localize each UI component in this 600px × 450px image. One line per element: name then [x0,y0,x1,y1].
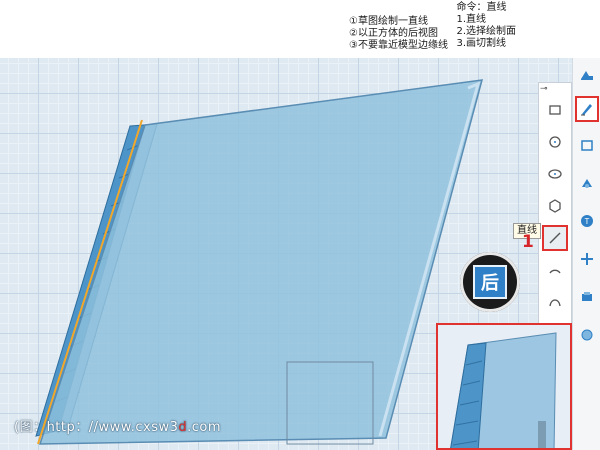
pin-icon[interactable]: ⊸ [540,84,548,94]
watermark-highlight: d [178,420,188,435]
cube-back-face[interactable] [38,79,484,445]
command-step-3: 3.画切割线 [456,38,506,49]
instruction-1: ①草图绘制一直线 [349,16,428,27]
bezier-curve-icon [549,299,561,307]
back-view-label: 后 [481,273,499,294]
three-d-edit-button[interactable] [575,132,599,158]
main-toolbar: T [572,58,600,450]
special-function-button[interactable] [575,170,599,196]
sketch-circle-button[interactable] [542,129,568,155]
rectangle-icon [549,105,561,115]
watermark-suffix: .com [187,420,222,435]
color-icon [581,329,593,341]
text-icon: T [581,215,593,227]
inset-model [450,332,557,448]
sketch-button[interactable] [575,96,599,122]
command-step-2: 2.选择绘制面 [456,26,516,37]
special-function-icon [582,179,592,188]
sketch-polygon-button[interactable] [542,193,568,219]
app-window: 命令：直线 1.直线 2.选择绘制面 3.画切割线 ①草图绘制一直线 ②以正方体… [0,0,600,450]
watermark-text: (图：http：//www.cxsw3 [14,420,179,435]
ellipse-icon [548,169,562,179]
primitive-shapes-icon [581,71,593,80]
command-step-1: 1.直线 [456,14,486,25]
circle-icon [549,136,561,148]
sketch-pen-icon [581,104,592,116]
text-button[interactable]: T [575,208,599,234]
command-panel: 命令：直线 1.直线 2.选择绘制面 3.画切割线 [456,2,516,50]
transform-icon [581,253,593,265]
instruction-panel: ①草图绘制一直线 ②以正方体的后视图 ③不要靠近模型边缘线 [349,16,448,52]
view-cube-back-button[interactable]: 后 [460,252,520,312]
assembly-icon [582,292,592,301]
inset-preview [436,323,572,450]
arc-icon [549,269,561,274]
polygon-icon [549,199,561,213]
three-d-edit-icon [581,140,593,151]
sketch-arc-button[interactable] [542,257,568,283]
primitive-shapes-button[interactable] [575,62,599,88]
watermark: (图：http：//www.cxsw3d.com [14,416,221,435]
sketch-rectangle-button[interactable] [542,97,568,123]
sketch-toolbar [538,82,572,330]
sketch-line-button[interactable] [542,225,568,251]
back-view-face: 后 [473,265,507,299]
sketch-ellipse-button[interactable] [542,161,568,187]
transform-button[interactable] [575,246,599,272]
instruction-2: ②以正方体的后视图 [349,28,438,39]
line-icon [549,232,561,244]
svg-text:T: T [585,217,590,226]
sketch-curve-button[interactable] [542,289,568,315]
color-button[interactable] [575,322,599,348]
assembly-button[interactable] [575,284,599,310]
step-marker-1: 1 [522,232,534,252]
command-line: 命令：直线 [456,2,507,13]
instruction-3: ③不要靠近模型边缘线 [349,40,448,51]
